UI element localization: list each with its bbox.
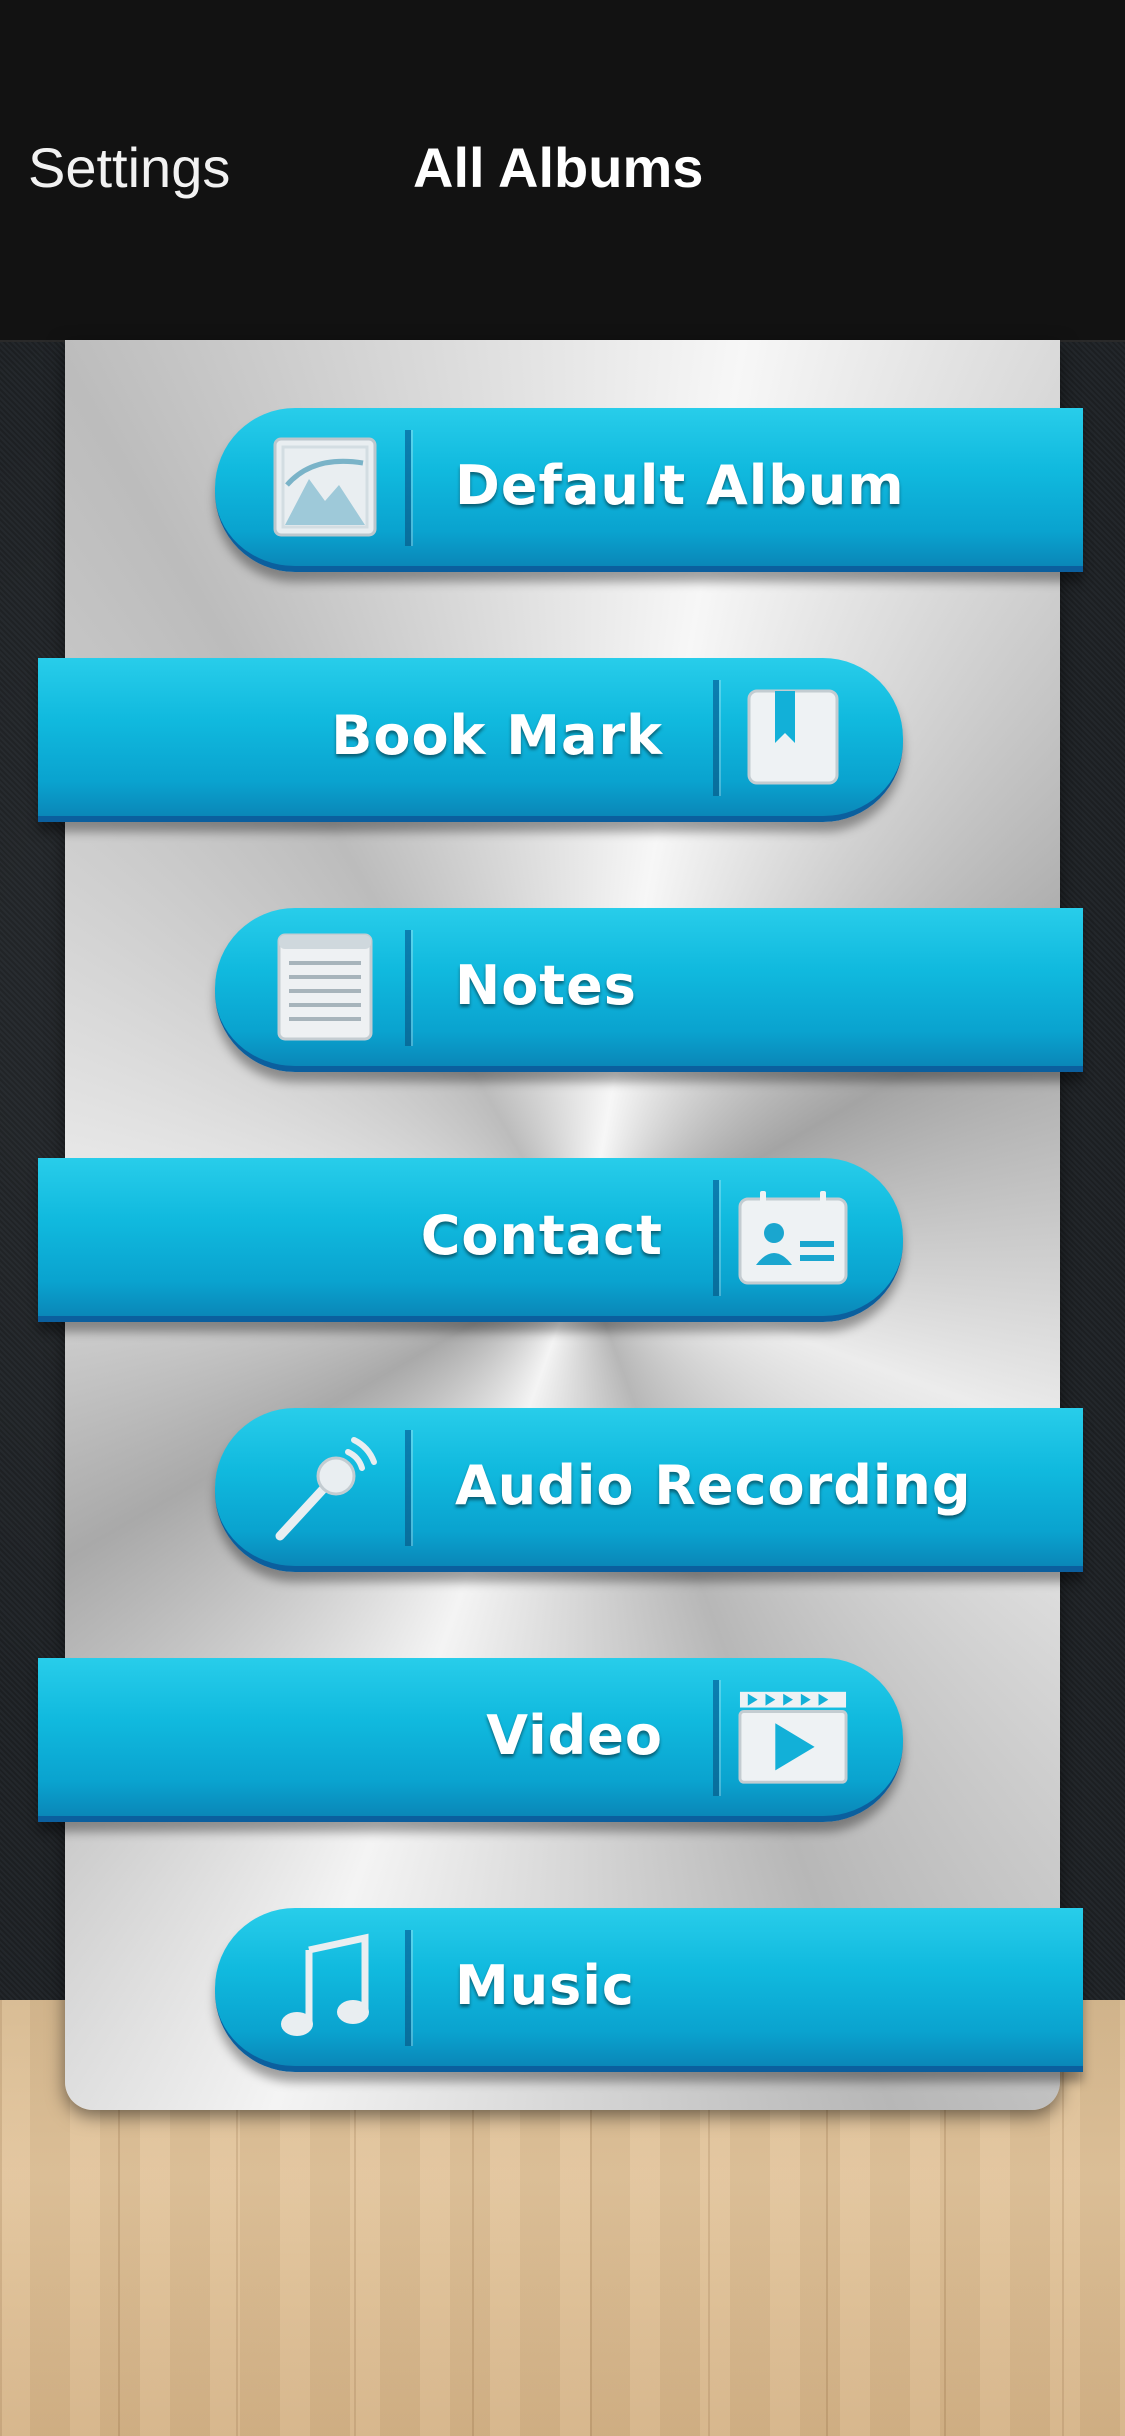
album-music-button[interactable]: Music (215, 1908, 1083, 2072)
album-label: Audio Recording (455, 1454, 972, 1517)
settings-button[interactable]: Settings (28, 135, 230, 200)
separator (405, 1930, 411, 2046)
album-contact-button[interactable]: Contact (38, 1158, 903, 1322)
picture-icon (270, 432, 380, 542)
video-play-icon (738, 1682, 848, 1792)
album-label: Video (486, 1704, 663, 1767)
album-default-album-button[interactable]: Default Album (215, 408, 1083, 572)
album-label: Notes (455, 954, 637, 1017)
separator (713, 1680, 719, 1796)
music-note-icon (270, 1932, 380, 2042)
album-label: Book Mark (331, 704, 663, 767)
notes-icon (270, 932, 380, 1042)
page-title: All Albums (413, 136, 704, 199)
album-label: Default Album (455, 454, 905, 517)
album-video-button[interactable]: Video (38, 1658, 903, 1822)
separator (405, 430, 411, 546)
separator (713, 1180, 719, 1296)
separator (405, 1430, 411, 1546)
bookmark-icon (738, 682, 848, 792)
separator (713, 680, 719, 796)
album-label: Contact (420, 1204, 663, 1267)
top-navigation-bar: Settings All Albums (0, 0, 1125, 342)
album-audio-recording-button[interactable]: Audio Recording (215, 1408, 1083, 1572)
album-book-mark-button[interactable]: Book Mark (38, 658, 903, 822)
contact-card-icon (738, 1182, 848, 1292)
separator (405, 930, 411, 1046)
album-label: Music (455, 1954, 635, 2017)
microphone-icon (270, 1432, 380, 1542)
album-notes-button[interactable]: Notes (215, 908, 1083, 1072)
